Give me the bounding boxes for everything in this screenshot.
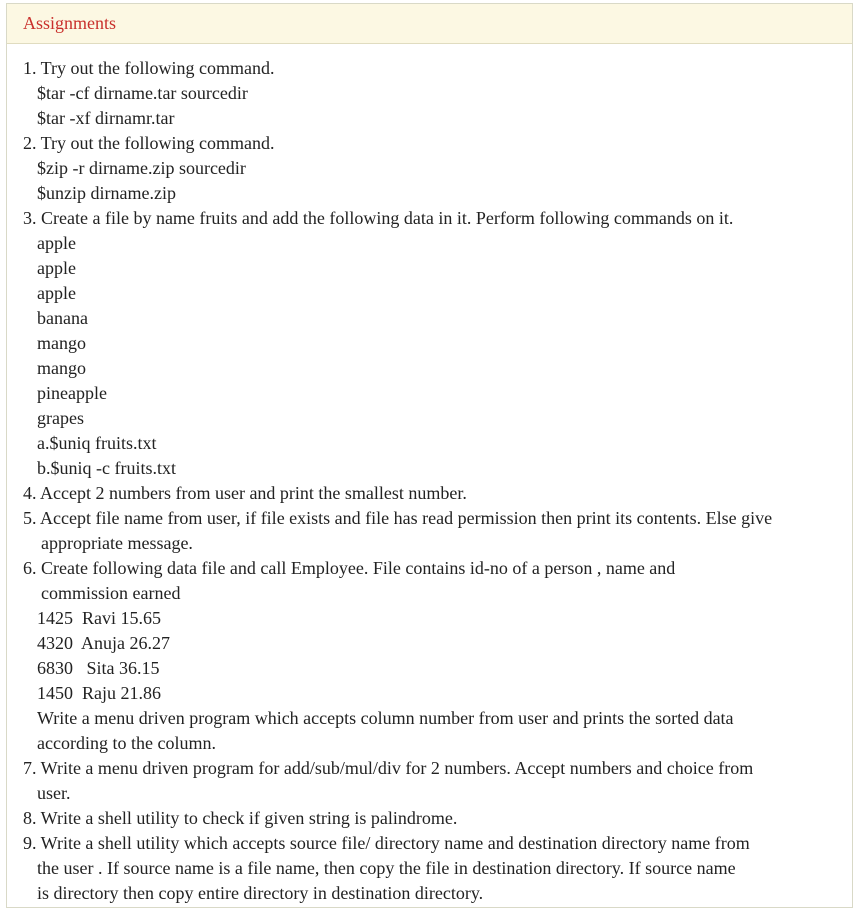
assignment-item: 6. Create following data file and call E… [23,558,676,578]
assignment-detail-line: pineapple [37,383,107,403]
assignment-list: 1. Try out the following command. $tar -c… [23,56,838,906]
assignment-detail-line: grapes [37,408,84,428]
assignment-detail-line: b.$uniq -c fruits.txt [37,458,176,478]
assignment-detail-line: $tar -xf dirnamr.tar [37,108,175,128]
assignment-detail-line: a.$uniq fruits.txt [37,433,157,453]
assignment-detail-line: 1425 Ravi 15.65 [37,608,161,628]
assignment-item: 4. Accept 2 numbers from user and print … [23,483,467,503]
assignment-item: 7. Write a menu driven program for add/s… [23,758,754,778]
assignment-detail-line: banana [37,308,88,328]
assignment-detail-line: 1450 Raju 21.86 [37,683,161,703]
assignment-detail-line: $unzip dirname.zip [37,183,176,203]
assignment-detail-line: $zip -r dirname.zip sourcedir [37,158,246,178]
assignment-item: 5. Accept file name from user, if file e… [23,508,773,528]
assignment-detail-line: appropriate message. [41,533,193,553]
assignment-detail-line: mango [37,358,86,378]
panel-header: Assignments [7,4,852,44]
assignment-detail-line: is directory then copy entire directory … [37,883,484,903]
assignment-detail-line: user. [37,783,71,803]
assignment-detail-line: according to the column. [37,733,216,753]
assignments-panel: Assignments 1. Try out the following com… [6,3,853,908]
assignment-detail-line: apple [37,283,76,303]
assignment-detail-line: commission earned [41,583,181,603]
assignment-item: 2. Try out the following command. [23,133,275,153]
assignment-detail-line: apple [37,258,76,278]
assignment-detail-line: $tar -cf dirname.tar sourcedir [37,83,248,103]
assignment-detail-line: the user . If source name is a file name… [37,858,736,878]
panel-title: Assignments [23,13,117,33]
assignment-detail-line: Write a menu driven program which accept… [37,708,734,728]
assignment-detail-line: 4320 Anuja 26.27 [37,633,170,653]
assignment-item: 9. Write a shell utility which accepts s… [23,833,750,853]
assignment-item: 1. Try out the following command. [23,58,275,78]
assignment-item: 8. Write a shell utility to check if giv… [23,808,458,828]
assignment-detail-line: mango [37,333,86,353]
assignment-item: 3. Create a file by name fruits and add … [23,208,734,228]
assignment-detail-line: apple [37,233,76,253]
assignment-detail-line: 6830 Sita 36.15 [37,658,160,678]
